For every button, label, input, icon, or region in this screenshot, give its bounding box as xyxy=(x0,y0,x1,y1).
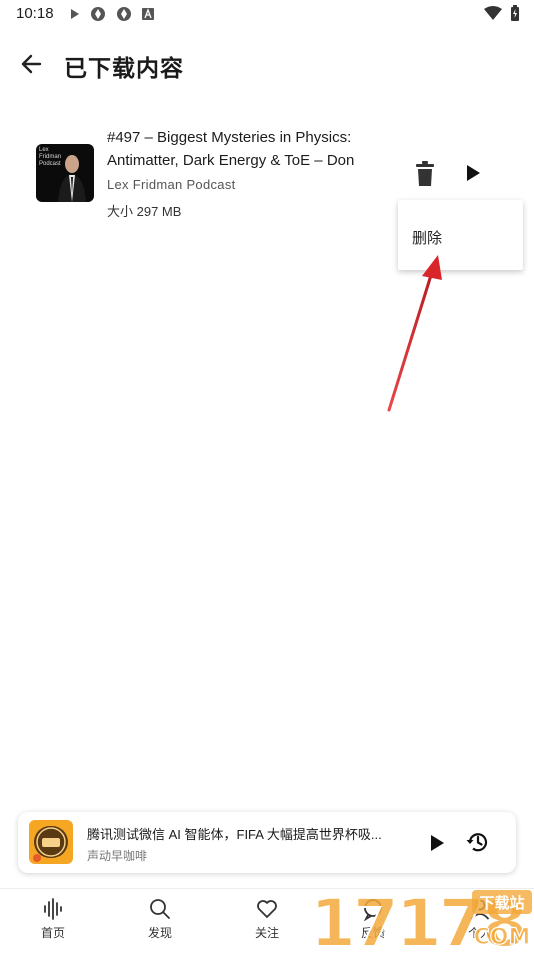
watermark-tag: 下载站 xyxy=(479,894,524,912)
mini-player-subtitle: 声动早咖啡 xyxy=(87,849,148,863)
status-time: 10:18 xyxy=(16,5,54,22)
annotation-arrow xyxy=(387,255,442,412)
a-icon xyxy=(142,8,154,20)
heart-icon xyxy=(257,900,277,918)
play-notification-icon xyxy=(71,9,79,19)
nav-label-home: 首页 xyxy=(40,926,65,940)
shutter-icon xyxy=(117,7,131,21)
shutter-icon xyxy=(91,7,105,21)
page-title: 已下载内容 xyxy=(64,55,184,81)
history-icon[interactable] xyxy=(465,829,491,855)
play-icon[interactable] xyxy=(462,162,484,184)
cover-portrait xyxy=(58,155,86,202)
podcast-name: Lex Fridman Podcast xyxy=(107,177,236,192)
episode-cover: Lex Fridman Podcast xyxy=(36,144,94,202)
watermark-domain: COM xyxy=(474,925,531,950)
nav-item-discover[interactable]: 发现 xyxy=(125,897,195,941)
mini-play-icon[interactable] xyxy=(426,832,448,854)
nav-label-discover: 发现 xyxy=(147,926,172,940)
status-notification-icons xyxy=(70,6,154,22)
back-arrow-icon[interactable] xyxy=(18,50,46,78)
mini-player-cover xyxy=(29,820,73,864)
battery-icon xyxy=(511,5,519,21)
site-watermark: 17178 下载站 COM xyxy=(309,884,534,955)
status-system-icons xyxy=(484,5,520,21)
file-size: 大小 297 MB xyxy=(107,204,182,219)
nav-item-follow[interactable]: 关注 xyxy=(232,897,302,941)
mini-player-title[interactable]: 腾讯测试微信 AI 智能体，FIFA 大幅提高世界杯吸... xyxy=(87,824,397,843)
status-bar: 10:18 xyxy=(0,0,534,28)
nav-label-follow: 关注 xyxy=(254,926,279,940)
episode-title[interactable]: #497 – Biggest Mysteries in Physics: Ant… xyxy=(107,126,377,172)
mini-player[interactable]: 腾讯测试微信 AI 智能体，FIFA 大幅提高世界杯吸... 声动早咖啡 xyxy=(18,812,516,873)
delete-menu-item[interactable]: 删除 xyxy=(412,227,442,248)
wifi-icon xyxy=(484,6,502,20)
search-icon xyxy=(150,899,170,919)
watermark-logo: 17178 下载站 COM xyxy=(309,884,532,955)
waveform-icon xyxy=(44,898,62,920)
nav-item-home[interactable]: 首页 xyxy=(18,897,88,941)
app-bar: 已下载内容 xyxy=(0,40,534,88)
trash-icon[interactable] xyxy=(413,161,437,187)
coffee-cup-icon xyxy=(33,827,66,862)
